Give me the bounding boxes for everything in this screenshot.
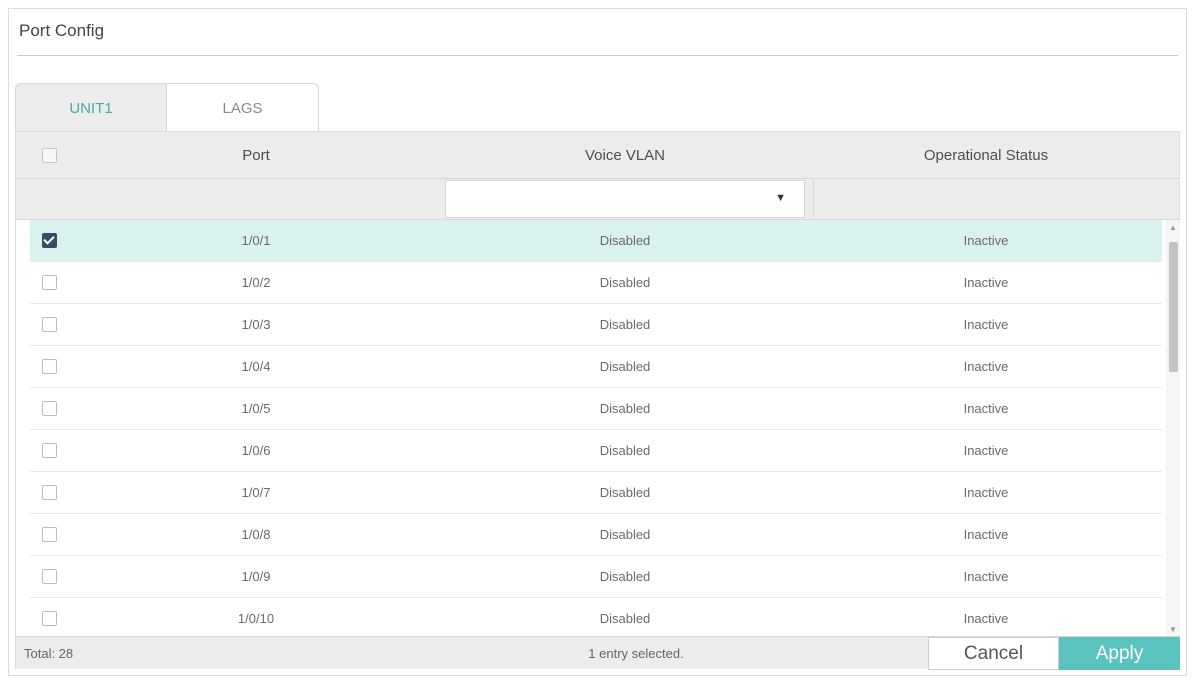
cell-port: 1/0/4 [241,359,271,374]
table-row[interactable]: 1/0/2 Disabled Inactive [30,262,1162,304]
cell-port: 1/0/1 [241,233,271,248]
cell-port: 1/0/7 [241,485,271,500]
row-checkbox-cell [34,556,64,597]
row-checkbox[interactable] [41,611,57,626]
cell-operational-status: Inactive [963,233,1009,248]
cell-port: 1/0/10 [237,611,275,626]
row-checkbox[interactable] [41,317,57,332]
cell-voice-vlan: Disabled [599,275,651,290]
cell-operational-status: Inactive [963,401,1009,416]
row-checkbox[interactable] [41,569,57,584]
cell-voice-vlan: Disabled [599,443,651,458]
tab-unit1[interactable]: UNIT1 [15,83,167,132]
cell-port: 1/0/5 [241,401,271,416]
row-checkbox-cell [34,346,64,387]
row-checkbox-cell [34,220,64,261]
row-checkbox[interactable] [41,443,57,458]
row-checkbox-cell [34,472,64,513]
cell-operational-status: Inactive [963,611,1009,626]
table-row[interactable]: 1/0/1 Disabled Inactive [30,220,1162,262]
filter-row: ▼ [16,179,1179,220]
cell-operational-status: Inactive [963,485,1009,500]
panel-title: Port Config [19,21,105,40]
row-checkbox[interactable] [41,527,57,542]
header-port[interactable]: Port [66,132,446,179]
table-row[interactable]: 1/0/4 Disabled Inactive [30,346,1162,388]
cell-voice-vlan: Disabled [599,569,651,584]
cell-port: 1/0/3 [241,317,271,332]
cell-port: 1/0/9 [241,569,271,584]
total-count: Total: 28 [24,646,74,661]
row-checkbox[interactable] [41,233,57,248]
header-checkbox-cell [34,132,64,179]
cell-operational-status: Inactive [963,317,1009,332]
row-checkbox[interactable] [41,275,57,290]
chevron-down-icon: ▼ [775,192,786,204]
row-checkbox-cell [34,262,64,303]
cell-port: 1/0/2 [241,275,271,290]
row-checkbox-cell [34,388,64,429]
row-checkbox-cell [34,514,64,555]
table-scrollbar[interactable]: ▲ ▼ [1166,220,1180,636]
voice-vlan-filter-select[interactable]: ▼ [445,180,805,218]
table-row[interactable]: 1/0/3 Disabled Inactive [30,304,1162,346]
table-row[interactable]: 1/0/8 Disabled Inactive [30,514,1162,556]
table-row[interactable]: 1/0/10 Disabled Inactive [30,598,1162,636]
scroll-up-icon[interactable]: ▲ [1166,220,1180,234]
table-header: Port Voice VLAN Operational Status [16,132,1179,179]
row-checkbox-cell [34,598,64,636]
cell-port: 1/0/6 [241,443,271,458]
table-row[interactable]: 1/0/6 Disabled Inactive [30,430,1162,472]
row-checkbox[interactable] [41,359,57,374]
port-table: Port Voice VLAN Operational Status ▼ 1/0… [15,131,1181,670]
cell-port: 1/0/8 [241,527,271,542]
table-body: 1/0/1 Disabled Inactive 1/0/2 Disabled Inacti… [16,220,1181,636]
cell-operational-status: Inactive [963,359,1009,374]
table-row[interactable]: 1/0/9 Disabled Inactive [30,556,1162,598]
cancel-button[interactable]: Cancel [928,637,1059,670]
table-row[interactable]: 1/0/5 Disabled Inactive [30,388,1162,430]
scrollbar-thumb[interactable] [1169,242,1178,372]
title-divider [17,55,1178,56]
cell-voice-vlan: Disabled [599,359,651,374]
scroll-down-icon[interactable]: ▼ [1166,622,1180,636]
selection-status: 1 entry selected. [588,646,684,661]
filter-divider [813,180,814,218]
row-checkbox[interactable] [41,485,57,500]
cell-voice-vlan: Disabled [599,401,651,416]
cell-voice-vlan: Disabled [599,233,651,248]
row-checkbox[interactable] [41,401,57,416]
cell-operational-status: Inactive [963,275,1009,290]
table-footer: Total: 28 1 entry selected. Cancel Apply [16,636,1180,670]
port-config-panel: Port Config UNIT1 LAGS Port Voice VLAN O… [8,8,1187,676]
table-row[interactable]: 1/0/7 Disabled Inactive [30,472,1162,514]
row-checkbox-cell [34,304,64,345]
cell-voice-vlan: Disabled [599,527,651,542]
cell-voice-vlan: Disabled [599,611,651,626]
header-operational-status[interactable]: Operational Status [805,132,1167,179]
cell-operational-status: Inactive [963,569,1009,584]
select-all-checkbox[interactable] [41,148,57,163]
row-checkbox-cell [34,430,64,471]
cell-operational-status: Inactive [963,527,1009,542]
apply-button[interactable]: Apply [1059,637,1180,670]
cell-operational-status: Inactive [963,443,1009,458]
cell-voice-vlan: Disabled [599,317,651,332]
header-voice-vlan[interactable]: Voice VLAN [445,132,805,179]
tab-bar: UNIT1 LAGS [15,83,319,132]
tab-lags[interactable]: LAGS [167,83,319,132]
cell-voice-vlan: Disabled [599,485,651,500]
